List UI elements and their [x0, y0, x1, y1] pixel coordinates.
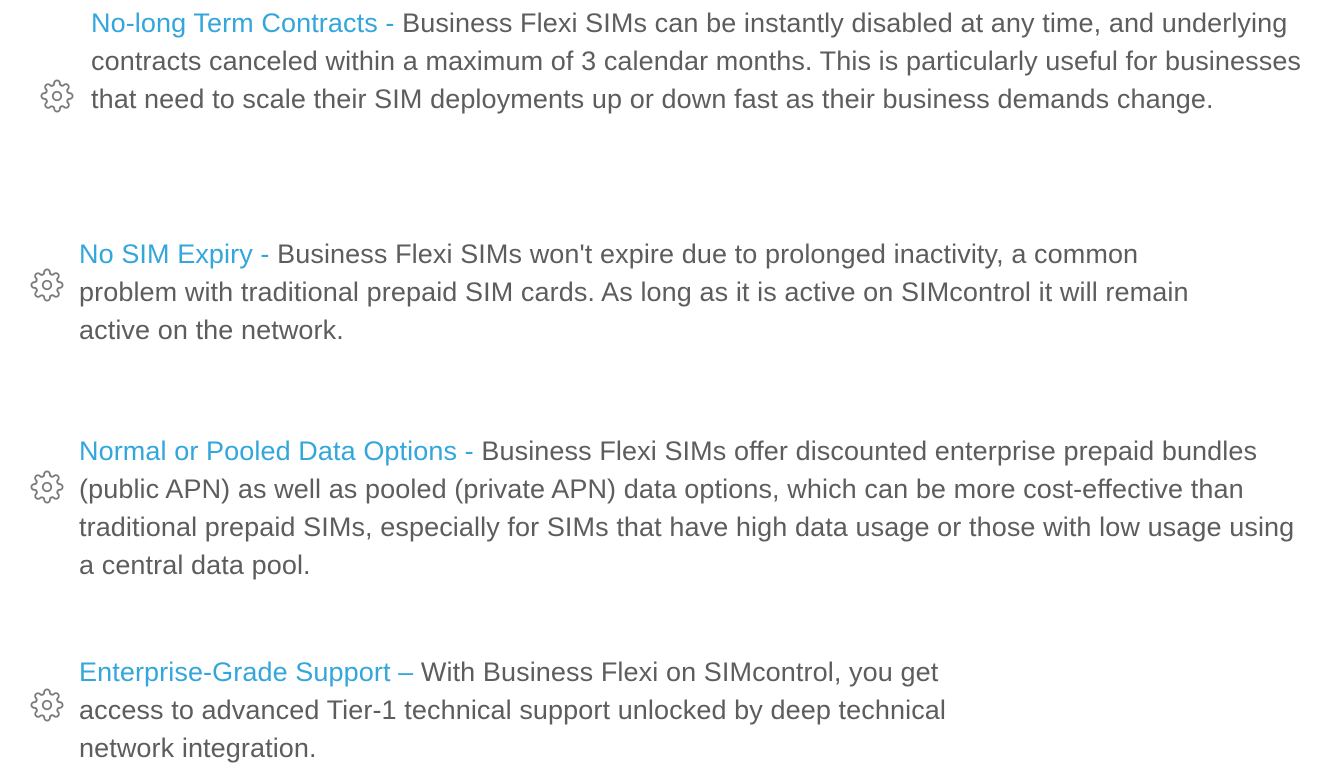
gear-icon	[30, 268, 64, 302]
feature-title: Normal or Pooled Data Options -	[79, 436, 474, 466]
feature-text: No SIM Expiry - Business Flexi SIMs won'…	[79, 235, 1239, 349]
gear-icon	[30, 688, 64, 722]
feature-text: Normal or Pooled Data Options - Business…	[79, 432, 1311, 584]
feature-title: No SIM Expiry -	[79, 239, 270, 269]
feature-title: No-long Term Contracts -	[91, 8, 395, 38]
gear-icon	[40, 79, 74, 113]
feature-text: No-long Term Contracts - Business Flexi …	[91, 4, 1323, 118]
gear-icon	[30, 470, 64, 504]
feature-title: Enterprise-Grade Support –	[79, 657, 414, 687]
feature-text: Enterprise-Grade Support – With Business…	[79, 653, 979, 767]
